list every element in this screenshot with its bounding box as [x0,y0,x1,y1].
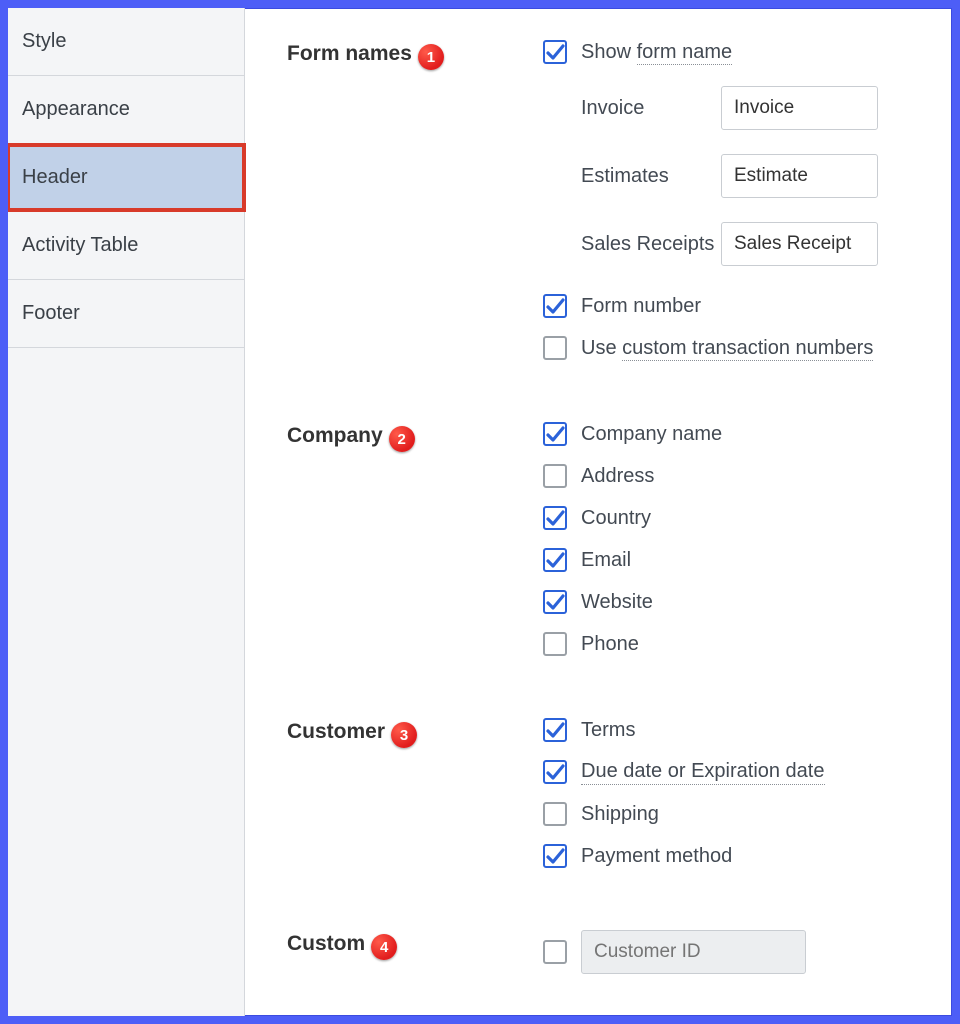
check-icon [543,590,567,614]
input-estimates-name[interactable] [721,154,878,198]
checkbox-payment-method[interactable] [543,844,567,868]
company-options: Company name Address Country Email Websi… [543,420,952,658]
sidebar-item-label: Activity Table [22,234,138,256]
check-icon [543,506,567,530]
label-invoice: Invoice [581,97,721,120]
custom-options [543,928,952,976]
checkbox-form-number[interactable] [543,294,567,318]
row-sales-receipts-name: Sales Receipts [543,220,952,268]
option-label: Due date or Expiration date [581,760,825,785]
option-email: Email [543,546,952,574]
check-icon [543,548,567,572]
section-title: Custom [287,932,365,956]
section-customer: Customer 3 Terms Due date or Expiration … [287,716,952,870]
callout-badge-4: 4 [371,934,397,960]
option-custom-transaction-numbers: Use custom transaction numbers [543,334,952,362]
row-estimates-name: Estimates [543,152,952,200]
sidebar-item-label: Footer [22,302,80,324]
label-dotted: custom transaction numbers [622,337,873,361]
checkbox-phone[interactable] [543,632,567,656]
option-label: Show form name [581,41,732,64]
input-custom-field-1[interactable] [581,930,806,974]
checkbox-custom-field-1[interactable] [543,940,567,964]
check-icon [543,760,567,784]
option-custom-field-1 [543,928,952,976]
label-estimates: Estimates [581,165,721,188]
option-payment-method: Payment method [543,842,952,870]
check-icon [543,844,567,868]
checkbox-company-name[interactable] [543,422,567,446]
sidebar-item-activity-table[interactable]: Activity Table [8,212,244,280]
section-heading: Customer 3 [287,716,543,746]
option-label: Email [581,549,631,572]
option-label: Form number [581,295,701,318]
option-label: Website [581,591,653,614]
option-label: Payment method [581,845,732,868]
section-title: Customer [287,720,385,744]
sidebar-item-footer[interactable]: Footer [8,280,244,348]
option-website: Website [543,588,952,616]
app-frame: Style Appearance Header Activity Table F… [0,0,960,1024]
customer-options: Terms Due date or Expiration date Shippi… [543,716,952,870]
option-terms: Terms [543,716,952,744]
section-form-names: Form names 1 Show form name Invoice [287,38,952,362]
callout-badge-2: 2 [389,426,415,452]
main-panel: Form names 1 Show form name Invoice [245,8,952,1016]
section-title: Form names [287,42,412,66]
section-custom: Custom 4 [287,928,952,976]
option-label: Address [581,465,654,488]
section-company: Company 2 Company name Address Country [287,420,952,658]
form-names-options: Show form name Invoice Estimates Sales R… [543,38,952,362]
checkbox-show-form-name[interactable] [543,40,567,64]
option-address: Address [543,462,952,490]
checkbox-country[interactable] [543,506,567,530]
input-sales-receipts-name[interactable] [721,222,878,266]
option-due-date: Due date or Expiration date [543,758,952,786]
option-label: Phone [581,633,639,656]
check-icon [543,294,567,318]
input-invoice-name[interactable] [721,86,878,130]
option-label: Use custom transaction numbers [581,337,873,360]
checkbox-email[interactable] [543,548,567,572]
section-heading: Custom 4 [287,928,543,958]
check-icon [543,40,567,64]
label-pre: Use [581,337,622,359]
sidebar-item-label: Style [22,30,66,52]
checkbox-custom-transaction-numbers[interactable] [543,336,567,360]
option-label: Company name [581,423,722,446]
sidebar: Style Appearance Header Activity Table F… [8,8,245,1016]
option-label: Country [581,507,651,530]
option-company-name: Company name [543,420,952,448]
row-invoice-name: Invoice [543,84,952,132]
checkbox-shipping[interactable] [543,802,567,826]
section-heading: Company 2 [287,420,543,450]
sidebar-item-label: Appearance [22,98,130,120]
form-name-inputs: Invoice Estimates Sales Receipts [543,84,952,268]
callout-badge-1: 1 [418,44,444,70]
label-pre: Show [581,41,637,63]
sidebar-item-header[interactable]: Header [8,144,244,212]
option-form-number: Form number [543,292,952,320]
label-dotted: form name [637,41,733,65]
checkbox-terms[interactable] [543,718,567,742]
option-country: Country [543,504,952,532]
option-phone: Phone [543,630,952,658]
section-heading: Form names 1 [287,38,543,68]
sidebar-item-style[interactable]: Style [8,8,244,76]
check-icon [543,718,567,742]
section-title: Company [287,424,383,448]
checkbox-address[interactable] [543,464,567,488]
checkbox-due-date[interactable] [543,760,567,784]
check-icon [543,422,567,446]
option-shipping: Shipping [543,800,952,828]
layout: Style Appearance Header Activity Table F… [8,8,952,1016]
option-label: Terms [581,719,635,742]
label-sales-receipts: Sales Receipts [581,233,721,256]
callout-badge-3: 3 [391,722,417,748]
checkbox-website[interactable] [543,590,567,614]
option-label: Shipping [581,803,659,826]
sidebar-item-label: Header [22,166,88,188]
option-show-form-name: Show form name [543,38,952,66]
sidebar-item-appearance[interactable]: Appearance [8,76,244,144]
